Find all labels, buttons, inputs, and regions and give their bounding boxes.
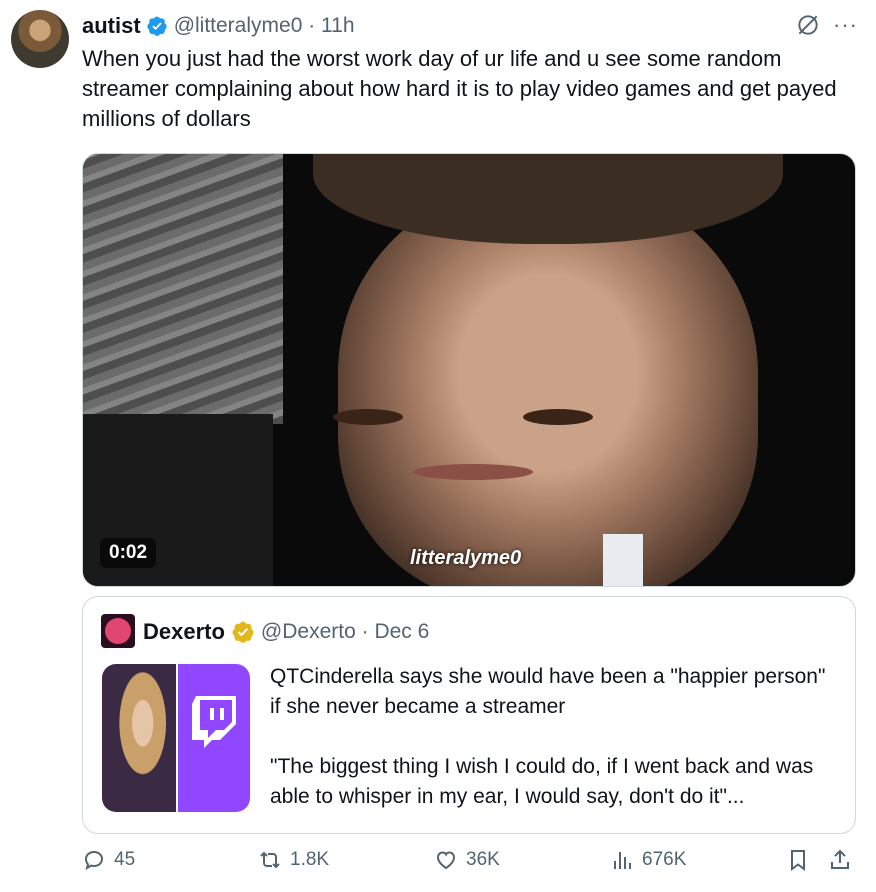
video-duration: 0:02 [100,538,157,568]
video-player[interactable] [82,153,856,587]
quoted-author-handle[interactable]: @Dexerto [261,620,356,644]
quoted-tweet-text: QTCinderella says she would have been a … [270,662,840,812]
tweet-text: When you just had the worst work day of … [82,46,837,131]
reply-button[interactable]: 45 [82,848,135,872]
views-button[interactable]: 676K [610,848,686,872]
video-frame-collar [603,534,643,586]
share-button[interactable] [828,848,852,872]
like-count: 36K [466,849,500,870]
views-icon [614,852,631,869]
grok-icon[interactable] [795,12,821,38]
quoted-tweet-header: Dexerto @Dexerto · Dec 6 [143,617,429,647]
post-time[interactable]: 11h [321,14,354,38]
heart-icon [436,851,456,870]
video-background [83,154,283,424]
video-frame-mouth [413,464,533,480]
video-frame-face [338,184,758,586]
repost-button[interactable]: 1.8K [258,848,329,872]
quoted-author-avatar[interactable] [101,614,135,648]
bookmark-button[interactable] [786,848,810,872]
streamer-photo [102,664,176,812]
video-watermark: litteralyme0 [410,547,522,569]
bookmark-icon [791,850,805,871]
author-avatar[interactable] [11,10,69,68]
more-options-icon[interactable]: ··· [833,14,858,36]
separator-dot: · [355,620,375,643]
repost-icon [260,851,280,869]
gold-verified-badge-icon [232,621,254,643]
video-frame-eye [523,409,593,425]
quoted-paragraph: "The biggest thing I wish I could do, if… [270,755,814,808]
views-count: 676K [642,849,687,870]
tweet-header: autist @litteralyme0 · 11h [82,12,355,40]
verified-badge-icon [147,16,167,36]
like-button[interactable]: 36K [434,848,500,872]
separator-dot: · [302,14,322,37]
top-actions: ··· [795,12,858,38]
quoted-author-name[interactable]: Dexerto [143,619,225,645]
reply-count: 45 [114,849,136,870]
twitch-logo [178,664,250,812]
twitch-icon [192,696,236,748]
video-frame-eye [333,409,403,425]
reply-icon [84,850,104,871]
quoted-post-date[interactable]: Dec 6 [374,620,429,644]
share-icon [831,849,849,869]
author-name[interactable]: autist [82,13,141,39]
repost-count: 1.8K [290,849,330,870]
author-handle[interactable]: @litteralyme0 [174,14,303,38]
video-frame-hair [313,154,783,244]
quoted-media-thumbnail[interactable] [102,664,250,812]
quoted-paragraph: QTCinderella says she would have been a … [270,665,826,718]
action-bar: 45 1.8K 36K 676K [82,848,856,884]
